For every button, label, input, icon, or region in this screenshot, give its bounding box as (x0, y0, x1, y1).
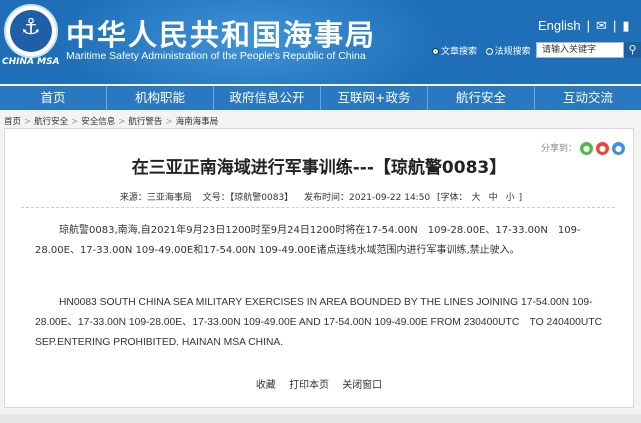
favorite-link[interactable]: 收藏 (256, 380, 276, 391)
site-header: ⚓ CHINA MSA 中华人民共和国海事局 Maritime Safety A… (0, 0, 641, 84)
article-meta: 来源：三亚海事局 文号：【琼航警0083】 发布时间：2021-09-22 14… (5, 190, 633, 203)
nav-interaction[interactable]: 互动交流 (535, 86, 641, 110)
nav-home[interactable]: 首页 (0, 86, 107, 110)
chevron-right-icon: > (71, 117, 79, 127)
breadcrumb-item[interactable]: 海南海事局 (176, 117, 219, 127)
mail-icon[interactable]: ✉ (596, 18, 607, 33)
chevron-right-icon: > (24, 117, 32, 127)
article-date: 发布时间：2021-09-22 14:50 (304, 193, 431, 203)
divider: | (586, 18, 591, 33)
nav-functions[interactable]: 机构职能 (107, 86, 214, 110)
font-size-label: [字体： (437, 193, 468, 203)
msa-logo[interactable]: ⚓ (4, 4, 58, 58)
article-source: 来源：三亚海事局 (119, 193, 192, 203)
font-size-medium[interactable]: 中 (489, 193, 498, 203)
search-icon: ⚲ (628, 43, 637, 56)
chevron-right-icon: > (165, 117, 173, 127)
english-link[interactable]: English (538, 18, 581, 33)
article-title: 在三亚正南海域进行军事训练---【琼航警0083】 (131, 158, 507, 178)
site-title: 中华人民共和国海事局 (66, 18, 377, 52)
nav-internet-gov[interactable]: 互联网+政务 (321, 86, 428, 110)
font-size-small[interactable]: 小 (506, 193, 515, 203)
search-options: 文章搜索 法规搜索 (432, 44, 531, 57)
nav-nav-safety[interactable]: 航行安全 (428, 86, 535, 110)
book-icon[interactable]: ▮ (622, 18, 629, 33)
article-panel: 分享到： ● ● ● 在三亚正南海域进行军事训练---【琼航警0083】 来源：三亚海… (4, 128, 634, 408)
site-subtitle: Maritime Safety Administration of the Pe… (66, 50, 366, 62)
article-search-radio[interactable] (432, 48, 439, 55)
font-size-large[interactable]: 大 (472, 193, 481, 203)
chevron-right-icon: > (118, 117, 126, 127)
article-paragraph-cn: 琼航警0083,南海,自2021年9月23日1200时至9月24日1200时将在… (35, 225, 581, 256)
law-search-radio[interactable] (485, 48, 493, 55)
article-doc-no: 文号：【琼航警0083】 (202, 193, 294, 203)
breadcrumb: 首页 > 航行安全 > 安全信息 > 航行警告 > 海南海事局 (4, 115, 218, 127)
logo-emblem: ⚓ (10, 10, 52, 52)
close-window-link[interactable]: 关闭窗口 (342, 380, 382, 391)
search-input[interactable]: 请输入关键字 (536, 42, 624, 58)
anchor-icon: ⚓ (21, 15, 41, 40)
search-button[interactable]: ⚲ (624, 42, 641, 58)
article-paragraph-en: HN0083 SOUTH CHINA SEA MILITARY EXERCISE… (35, 297, 603, 348)
breadcrumb-item[interactable]: 航行警告 (128, 117, 162, 127)
breadcrumb-item[interactable]: 航行安全 (34, 117, 68, 127)
article-actions: 收藏 打印本页 关闭窗口 (5, 376, 633, 391)
breadcrumb-item[interactable]: 安全信息 (81, 117, 115, 127)
font-size-end: ] (518, 193, 523, 203)
footer-strip (0, 414, 641, 423)
nav-gov-info[interactable]: 政府信息公开 (214, 86, 321, 110)
top-links: English | ✉ | ▮ (538, 18, 629, 34)
main-nav: 首页 机构职能 政府信息公开 互联网+政务 航行安全 互动交流 (0, 86, 641, 110)
breadcrumb-item[interactable]: 首页 (4, 117, 21, 127)
article-search-label[interactable]: 文章搜索 (441, 47, 477, 57)
divider (21, 207, 615, 208)
law-search-label[interactable]: 法规搜索 (495, 47, 531, 57)
logo-text: CHINA MSA (2, 57, 60, 67)
print-link[interactable]: 打印本页 (289, 380, 329, 391)
divider: | (612, 18, 617, 33)
